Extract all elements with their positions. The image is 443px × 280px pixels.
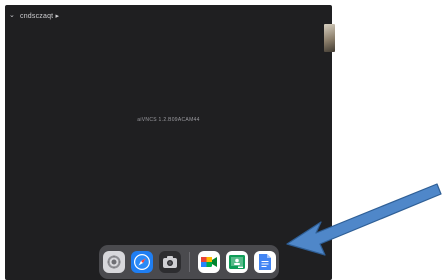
classroom-icon	[228, 255, 245, 269]
settings-app-icon[interactable]	[102, 251, 125, 273]
camera-icon	[162, 256, 177, 268]
camera-app-icon[interactable]	[158, 251, 181, 273]
device-name-label[interactable]: cndsczaqt ▸	[20, 12, 59, 20]
google-classroom-app-icon[interactable]	[225, 251, 248, 273]
compass-icon	[133, 254, 150, 270]
gear-icon	[107, 255, 120, 269]
status-text: aiVNCS 1.2.B09ACAM44	[137, 117, 200, 123]
google-meet-app-icon[interactable]	[197, 251, 220, 273]
dock-divider	[188, 252, 190, 272]
arrow-pointer-icon	[286, 183, 442, 256]
google-docs-app-icon[interactable]	[253, 251, 276, 273]
document-icon	[258, 254, 271, 270]
chevron-down-icon[interactable]: ⌄	[9, 12, 15, 19]
safari-app-icon[interactable]	[130, 251, 153, 273]
topbar: ⌄ cndsczaqt ▸	[9, 10, 59, 22]
video-icon	[200, 257, 217, 267]
dock	[99, 245, 279, 279]
remote-screen: ⌄ cndsczaqt ▸ aiVNCS 1.2.B09ACAM44	[5, 5, 332, 280]
side-thumbnail[interactable]	[324, 24, 335, 52]
